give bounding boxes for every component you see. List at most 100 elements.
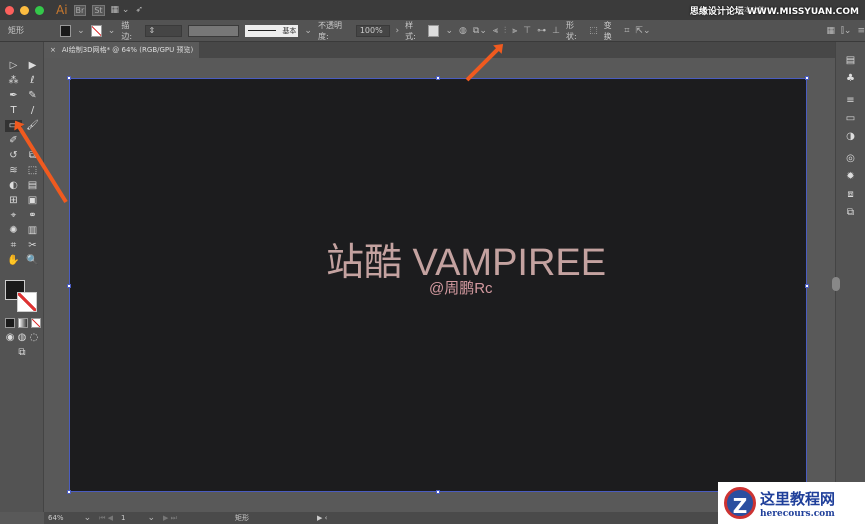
artboard[interactable]: 站酷 VAMPIREE @周鹏Rc — [67, 76, 809, 494]
tab-title: AI绘制3D网格* @ 64% (RGB/GPU 预览) — [61, 46, 194, 54]
gradient-mode-button[interactable] — [18, 318, 28, 328]
pen-tool[interactable]: ✒ — [5, 90, 22, 102]
magic-wand-tool[interactable]: ⁂ — [5, 75, 22, 87]
artboard-number[interactable]: 1 — [121, 514, 125, 522]
gpu-rocket-icon[interactable]: ➶ — [135, 5, 143, 15]
shaper-tool[interactable]: ✐ — [5, 135, 22, 147]
select-similar-icon[interactable]: ⇱⌄ — [635, 26, 650, 36]
libraries-icon[interactable]: ▤ — [836, 52, 865, 70]
title-bar: Ai Br St ▦ ⌄ ➶ 基本功能 思缘设计论坛 WWW.MISSYUAN.… — [0, 0, 865, 20]
close-window-button[interactable] — [5, 5, 14, 15]
slice-tool[interactable]: ✂ — [24, 240, 41, 252]
badge-logo-icon: Z — [724, 487, 756, 519]
hand-tool[interactable]: ✋ — [5, 255, 22, 267]
brush-definition-select[interactable]: 基本 — [245, 24, 299, 37]
color-modes — [5, 318, 41, 328]
lasso-tool[interactable]: ℓ — [24, 75, 41, 87]
fill-swatch[interactable] — [59, 24, 72, 37]
stroke-swatch[interactable] — [90, 24, 102, 37]
align-right-icon[interactable]: ⫸ — [512, 26, 517, 36]
panel-dock: ▤ ♣ ≡ ▭ ◑ ◎ ✹ ⧈ ⧉ — [832, 42, 865, 512]
site-badge: Z 这里教程网 herecours.com — [718, 482, 865, 524]
align-center-icon[interactable]: ⫶ — [504, 26, 506, 36]
mesh-tool[interactable]: ⊞ — [5, 195, 22, 207]
maximize-window-button[interactable] — [35, 5, 44, 15]
paintbrush-tool[interactable]: 🖌 — [24, 120, 41, 132]
color-mode-button[interactable] — [5, 318, 15, 328]
none-mode-button[interactable] — [31, 318, 41, 328]
graphic-styles-icon[interactable]: ✹ — [836, 168, 865, 186]
zoom-level[interactable]: 64% — [48, 514, 64, 522]
free-transform-tool[interactable]: ⬚ — [24, 165, 41, 177]
screen-mode-icon[interactable]: ⧉ — [12, 347, 32, 359]
artboards-icon[interactable]: ⧉ — [836, 204, 865, 222]
align-middle-icon[interactable]: ⊶ — [537, 26, 546, 36]
type-tool[interactable]: T — [5, 105, 22, 117]
shape-icon[interactable]: ⬚ — [589, 26, 598, 36]
blend-tool[interactable]: ⚭ — [24, 210, 41, 222]
align-to-icon[interactable]: ⧉⌄ — [473, 26, 487, 36]
variable-width-field[interactable] — [187, 24, 240, 37]
document-tab-bar: × AI绘制3D网格* @ 64% (RGB/GPU 预览) — [44, 42, 835, 58]
tools-panel: ▷ ▶ ⁂ ℓ ✒ ✎ T / ▭ 🖌 ✐ ↺ ⧉ ≋ ⬚ ◐ ▤ ⊞ ▣ ⌖ … — [0, 42, 44, 512]
direct-selection-tool[interactable]: ▶ — [24, 60, 41, 72]
align-left-icon[interactable]: ⫷ — [493, 26, 498, 36]
gradient-tool[interactable]: ▣ — [24, 195, 41, 207]
transform-button[interactable]: 变换 — [604, 20, 619, 42]
status-menu-icon[interactable]: ▶ ‹ — [317, 514, 327, 522]
menu-icon[interactable]: ≡ — [857, 26, 865, 36]
graphic-style-swatch[interactable] — [428, 24, 440, 37]
symbol-sprayer-tool[interactable]: ✺ — [5, 225, 22, 237]
badge-url: herecours.com — [760, 508, 835, 519]
zoom-tool[interactable]: 🔍 — [24, 255, 41, 267]
appearance-icon[interactable]: ◎ — [836, 150, 865, 168]
isolate-icon[interactable]: ⌗ — [624, 26, 629, 36]
align-top-icon[interactable]: ⊤ — [523, 26, 531, 36]
shape-builder-tool[interactable]: ◐ — [5, 180, 22, 192]
style-label: 样式: — [405, 20, 416, 41]
stroke-weight-input[interactable]: ⇕ — [144, 24, 182, 37]
shape-label: 形状: — [565, 20, 577, 41]
transparency-icon[interactable]: ◑ — [836, 128, 865, 146]
control-bar: 矩形 ⌄ ⌄ 描边: ⇕ 基本 ⌄ 不透明度: 100% › 样式: ⌄ ◍ ⧉⌄ … — [0, 20, 865, 42]
line-tool[interactable]: / — [24, 105, 41, 117]
app-logo: Ai — [56, 3, 68, 17]
current-tool-status: 矩形 — [234, 514, 249, 522]
gradient-panel-icon[interactable]: ▭ — [836, 110, 865, 128]
stroke-color-box[interactable] — [17, 292, 37, 312]
warp-tool[interactable]: ≋ — [5, 165, 22, 177]
bridge-button[interactable]: Br — [73, 4, 87, 16]
document-tab[interactable]: × AI绘制3D网格* @ 64% (RGB/GPU 预览) — [44, 42, 200, 58]
grid-icon[interactable]: ▦ — [827, 26, 836, 36]
layers-icon[interactable]: ⧈ — [836, 186, 865, 204]
draw-mode-icons[interactable]: ◉ ◍ ◌ — [5, 332, 39, 344]
close-tab-icon[interactable]: × — [50, 46, 56, 54]
vertical-scrollbar[interactable] — [832, 277, 840, 291]
rotate-tool[interactable]: ↺ — [5, 150, 22, 162]
status-bar: 64% ⌄ ⏮ ◀ 1 ⌄ ▶ ⏭ 矩形 ▶ ‹ — [44, 512, 835, 524]
stroke-label: 描边: — [121, 20, 133, 41]
stock-button[interactable]: St — [92, 4, 105, 16]
perspective-grid-tool[interactable]: ▤ — [24, 180, 41, 192]
arrange-documents-icon[interactable]: ▦ ⌄ — [111, 5, 130, 15]
stroke-panel-icon[interactable]: ≡ — [836, 92, 865, 110]
opacity-input[interactable]: 100% — [355, 24, 390, 37]
align-bottom-icon[interactable]: ⊥ — [552, 26, 560, 36]
zoom-dropdown-icon[interactable]: ⌄ — [84, 513, 92, 523]
artboard-dropdown-icon[interactable]: ⌄ — [148, 513, 156, 523]
badge-title: 这里教程网 — [760, 489, 836, 508]
selection-tool[interactable]: ▷ — [5, 60, 22, 72]
artboard-subtitle-text[interactable]: @周鹏Rc — [429, 277, 493, 298]
artboard-prev-icons[interactable]: ⏮ ◀ — [99, 514, 113, 523]
column-graph-tool[interactable]: ▥ — [24, 225, 41, 237]
recolor-icon[interactable]: ◍ — [459, 26, 467, 36]
eyedropper-tool[interactable]: ⌖ — [5, 210, 22, 222]
opacity-label: 不透明度: — [317, 20, 342, 41]
artboard-tool[interactable]: ⌗ — [5, 240, 22, 252]
symbols-icon[interactable]: ♣ — [836, 70, 865, 88]
panel-toggle-icon[interactable]: ⫿⌄ — [841, 26, 851, 36]
watermark: 思缘设计论坛 WWW.MISSYUAN.COM — [689, 7, 859, 17]
curvature-tool[interactable]: ✎ — [24, 90, 41, 102]
artboard-next-icons[interactable]: ▶ ⏭ — [163, 514, 177, 523]
minimize-window-button[interactable] — [20, 5, 29, 15]
